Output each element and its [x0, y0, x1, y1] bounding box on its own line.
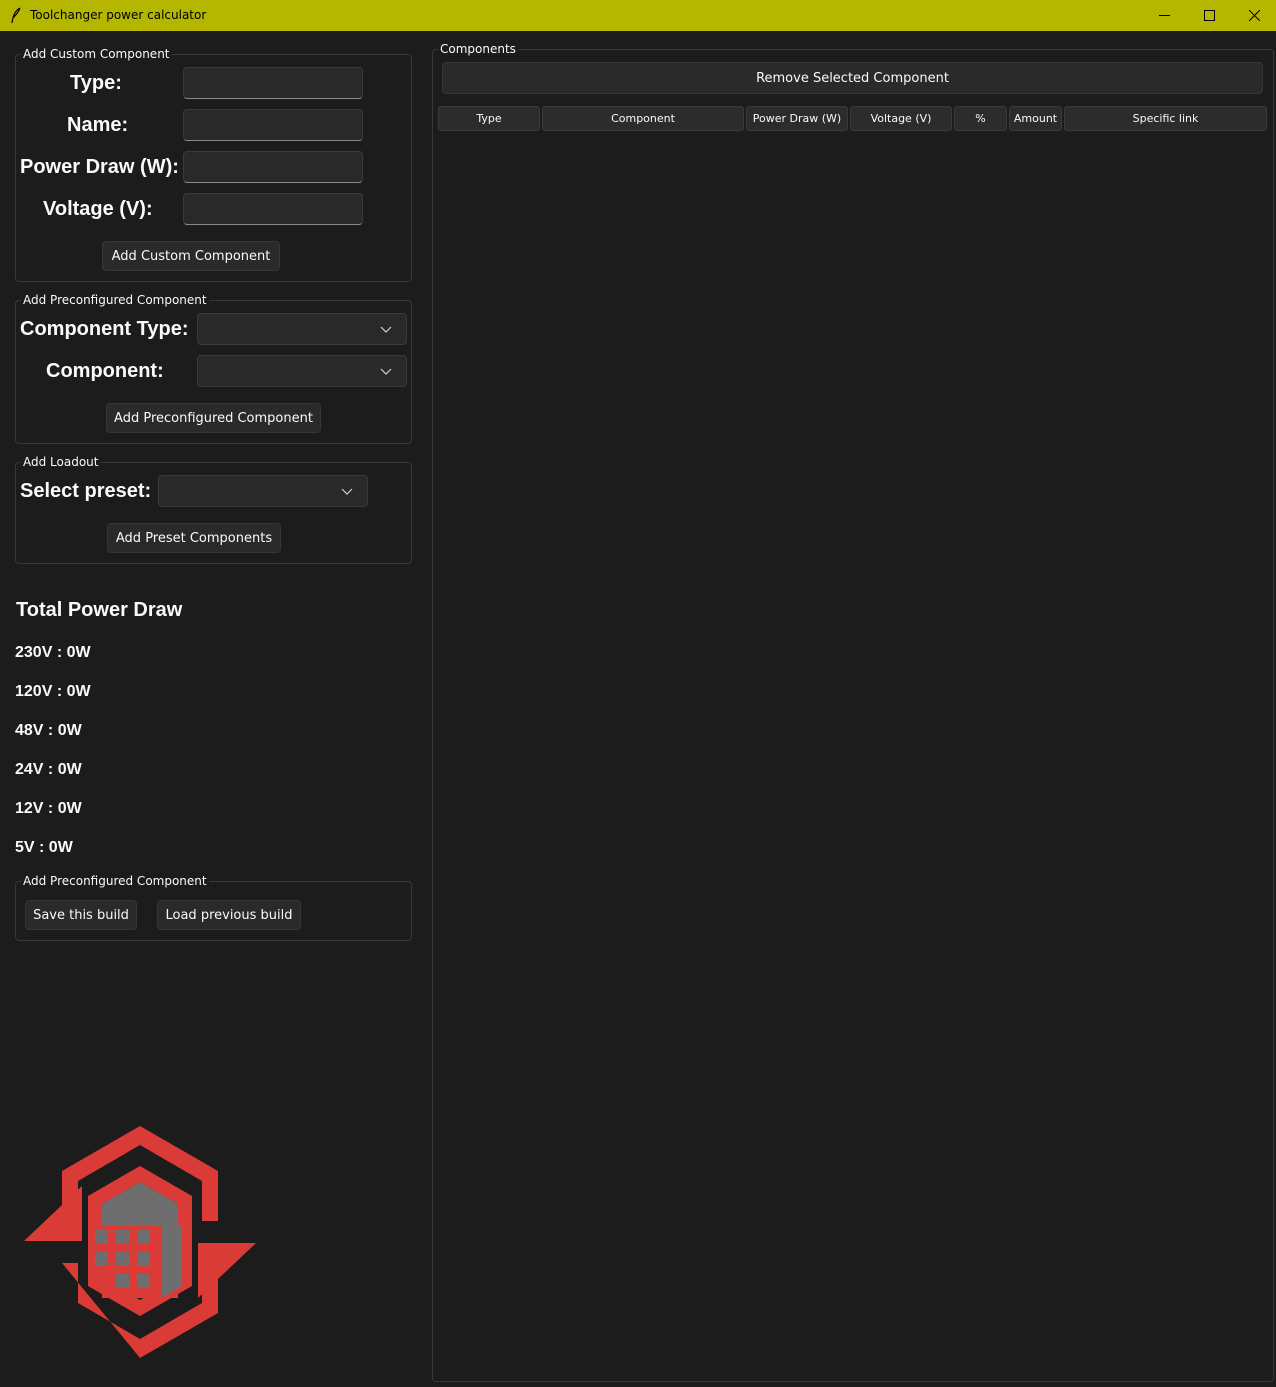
build-group-label: Add Preconfigured Component [21, 874, 209, 888]
column-header-power-draw[interactable]: Power Draw (W) [746, 106, 848, 131]
remove-selected-component-button[interactable]: Remove Selected Component [442, 62, 1263, 94]
column-header-specific-link[interactable]: Specific link [1064, 106, 1267, 131]
voltage-label: Voltage (V): [43, 198, 153, 220]
components-group-label: Components [438, 42, 518, 56]
preconfigured-component-group-label: Add Preconfigured Component [21, 293, 209, 307]
select-preset-label: Select preset: [20, 480, 152, 502]
total-power-title: Total Power Draw [16, 599, 183, 621]
close-icon [1248, 10, 1260, 21]
voltage-input[interactable] [183, 193, 363, 225]
feather-icon [11, 7, 21, 24]
minimize-button[interactable] [1141, 0, 1187, 31]
toolchanger-logo [24, 1126, 256, 1358]
power-120v: 120V : 0W [15, 683, 91, 700]
column-header-component[interactable]: Component [542, 106, 744, 131]
power-48v: 48V : 0W [15, 722, 82, 739]
custom-component-group-label: Add Custom Component [21, 47, 172, 61]
add-custom-component-button[interactable]: Add Custom Component [102, 241, 280, 271]
loadout-group-label: Add Loadout [21, 455, 101, 469]
minimize-icon [1158, 15, 1170, 16]
type-label: Type: [70, 72, 122, 94]
chevron-down-icon [380, 368, 392, 375]
add-preset-components-button[interactable]: Add Preset Components [107, 523, 281, 553]
column-header-voltage[interactable]: Voltage (V) [850, 106, 952, 131]
title-bar: Toolchanger power calculator [0, 0, 1276, 31]
chevron-down-icon [380, 326, 392, 333]
add-preconfigured-component-button[interactable]: Add Preconfigured Component [106, 403, 321, 433]
save-build-button[interactable]: Save this build [25, 900, 137, 930]
column-header-amount[interactable]: Amount [1009, 106, 1062, 131]
maximize-button[interactable] [1186, 0, 1232, 31]
column-header-type[interactable]: Type [438, 106, 540, 131]
window-title: Toolchanger power calculator [30, 8, 207, 22]
components-table-body[interactable] [438, 133, 1267, 1373]
close-button[interactable] [1231, 0, 1276, 31]
component-label: Component: [46, 360, 164, 382]
component-type-label: Component Type: [20, 318, 189, 340]
component-dropdown[interactable] [197, 355, 407, 387]
power-5v: 5V : 0W [15, 839, 73, 856]
load-build-button[interactable]: Load previous build [157, 900, 301, 930]
component-type-dropdown[interactable] [197, 313, 407, 345]
power-12v: 12V : 0W [15, 800, 82, 817]
name-input[interactable] [183, 109, 363, 141]
type-input[interactable] [183, 67, 363, 99]
power-draw-input[interactable] [183, 151, 363, 183]
power-230v: 230V : 0W [15, 644, 91, 661]
name-label: Name: [67, 114, 129, 136]
power-24v: 24V : 0W [15, 761, 82, 778]
power-draw-label: Power Draw (W): [20, 156, 179, 178]
column-header-percent[interactable]: % [954, 106, 1007, 131]
chevron-down-icon [341, 488, 353, 495]
preset-dropdown[interactable] [158, 475, 368, 507]
maximize-icon [1203, 10, 1215, 21]
